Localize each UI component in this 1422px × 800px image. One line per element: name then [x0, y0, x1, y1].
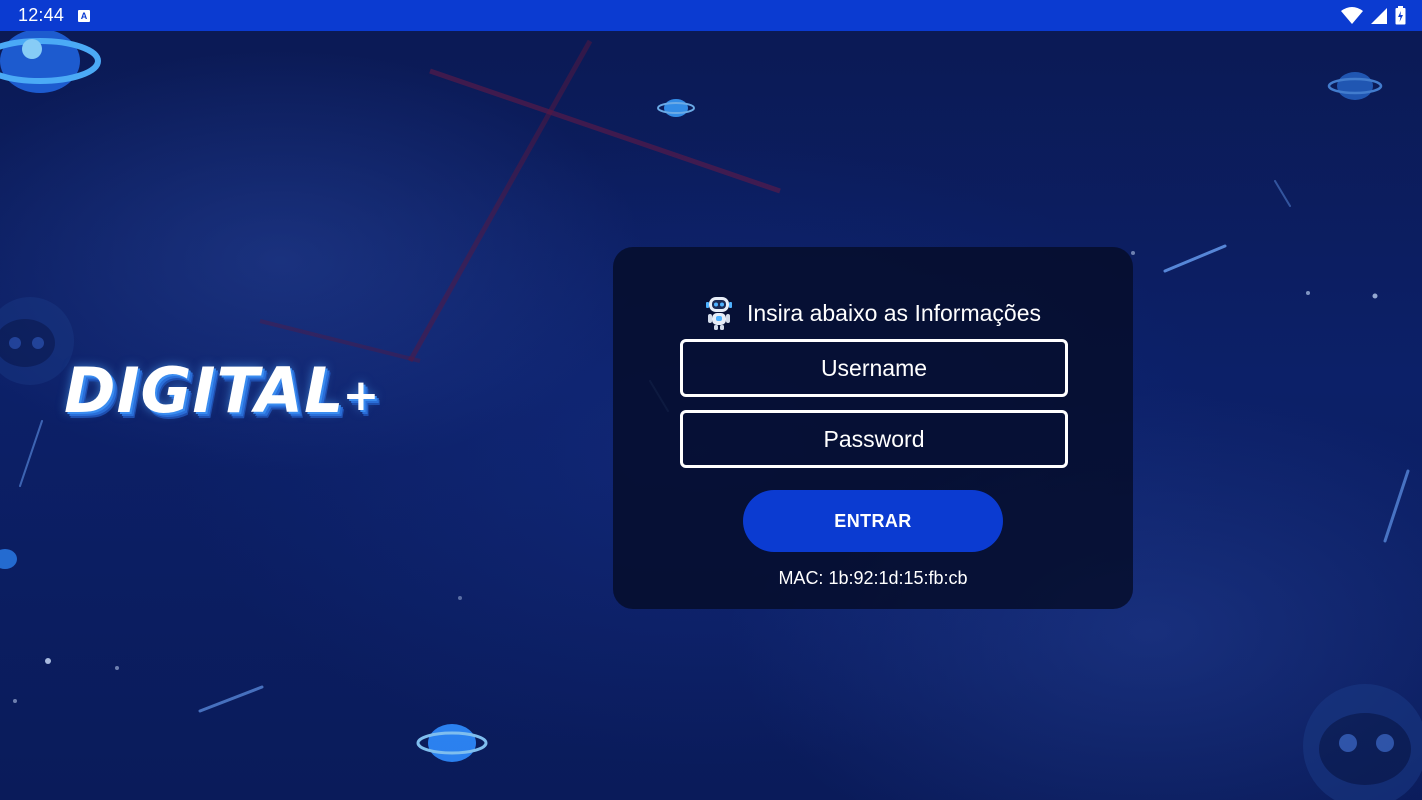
- enter-button[interactable]: ENTRAR: [743, 490, 1003, 552]
- login-card: Insira abaixo as Informações ENTRAR MAC:…: [613, 247, 1133, 609]
- status-time: 12:44: [18, 5, 65, 25]
- signal-icon: [1371, 7, 1387, 24]
- brand-logo: DIGITAL+: [64, 360, 380, 422]
- logo-text: DIGITAL: [64, 354, 345, 427]
- status-bar: 12:44 A: [0, 0, 1422, 31]
- login-header-text: Insira abaixo as Informações: [746, 299, 1042, 326]
- notification-icon: A: [78, 9, 91, 22]
- mac-address: MAC: 1b:92:1d:15:fb:cb: [778, 568, 968, 588]
- robot-icon: [705, 297, 732, 330]
- logo-plus: +: [342, 370, 381, 421]
- battery-icon: [1395, 6, 1406, 25]
- password-field[interactable]: [680, 410, 1068, 468]
- login-header: Insira abaixo as Informações: [613, 295, 1133, 331]
- username-field[interactable]: [680, 339, 1068, 397]
- status-icons: [1341, 6, 1406, 25]
- wifi-icon: [1341, 6, 1363, 24]
